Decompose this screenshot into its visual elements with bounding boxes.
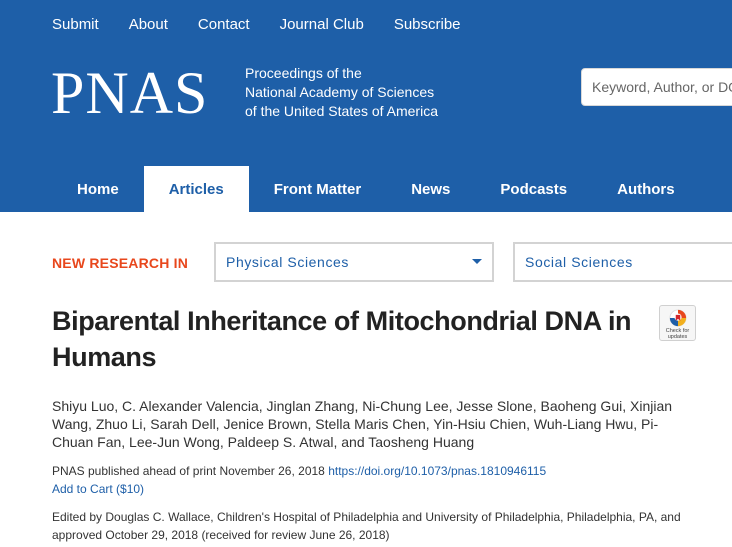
site-header: Submit About Contact Journal Club Subscr… — [0, 0, 732, 212]
tab-news[interactable]: News — [386, 166, 475, 212]
site-tagline: Proceedings of the National Academy of S… — [245, 64, 465, 121]
add-to-cart-link[interactable]: Add to Cart ($10) — [52, 482, 144, 496]
check-for-updates-text: Check for updates — [665, 328, 690, 340]
top-nav: Submit About Contact Journal Club Subscr… — [52, 16, 461, 33]
tagline-line-1: Proceedings of the — [245, 65, 362, 81]
cart-line: Add to Cart ($10) — [52, 480, 144, 498]
social-sciences-select[interactable]: Social Sciences — [513, 242, 732, 282]
physical-sciences-select-value: Physical Sciences — [226, 254, 350, 270]
check-for-updates-badge[interactable]: Check for updates — [659, 305, 696, 341]
tab-articles[interactable]: Articles — [143, 166, 249, 212]
tab-home[interactable]: Home — [52, 166, 144, 212]
tagline-line-3: of the United States of America — [245, 103, 438, 119]
tab-authors[interactable]: Authors — [592, 166, 700, 212]
physical-sciences-select[interactable]: Physical Sciences — [214, 242, 494, 282]
social-sciences-select-value: Social Sciences — [525, 254, 633, 270]
new-research-label: NEW RESEARCH IN — [52, 255, 189, 271]
topnav-submit-link[interactable]: Submit — [52, 16, 99, 33]
topnav-subscribe-link[interactable]: Subscribe — [394, 16, 461, 33]
pnas-logo[interactable]: PNAS — [51, 60, 208, 126]
article-title: Biparental Inheritance of Mitochondrial … — [52, 306, 632, 372]
published-date-text: PNAS published ahead of print November 2… — [52, 464, 325, 478]
topnav-journal-club-link[interactable]: Journal Club — [280, 16, 364, 33]
search-input[interactable] — [582, 69, 732, 105]
doi-link[interactable]: https://doi.org/10.1073/pnas.1810946115 — [328, 464, 546, 478]
publication-info: PNAS published ahead of print November 2… — [52, 462, 546, 480]
topnav-contact-link[interactable]: Contact — [198, 16, 250, 33]
search-box — [581, 68, 732, 106]
tagline-line-2: National Academy of Sciences — [245, 84, 435, 100]
tab-front-matter[interactable]: Front Matter — [249, 166, 387, 212]
tab-podcasts[interactable]: Podcasts — [475, 166, 592, 212]
topnav-about-link[interactable]: About — [129, 16, 168, 33]
check-for-updates-icon — [668, 309, 687, 327]
edited-by-text: Edited by Douglas C. Wallace, Children's… — [52, 510, 681, 542]
main-nav: Home Articles Front Matter News Podcasts… — [52, 166, 700, 212]
chevron-down-icon — [472, 259, 482, 264]
author-list: Shiyu Luo, C. Alexander Valencia, Jingla… — [52, 398, 673, 450]
